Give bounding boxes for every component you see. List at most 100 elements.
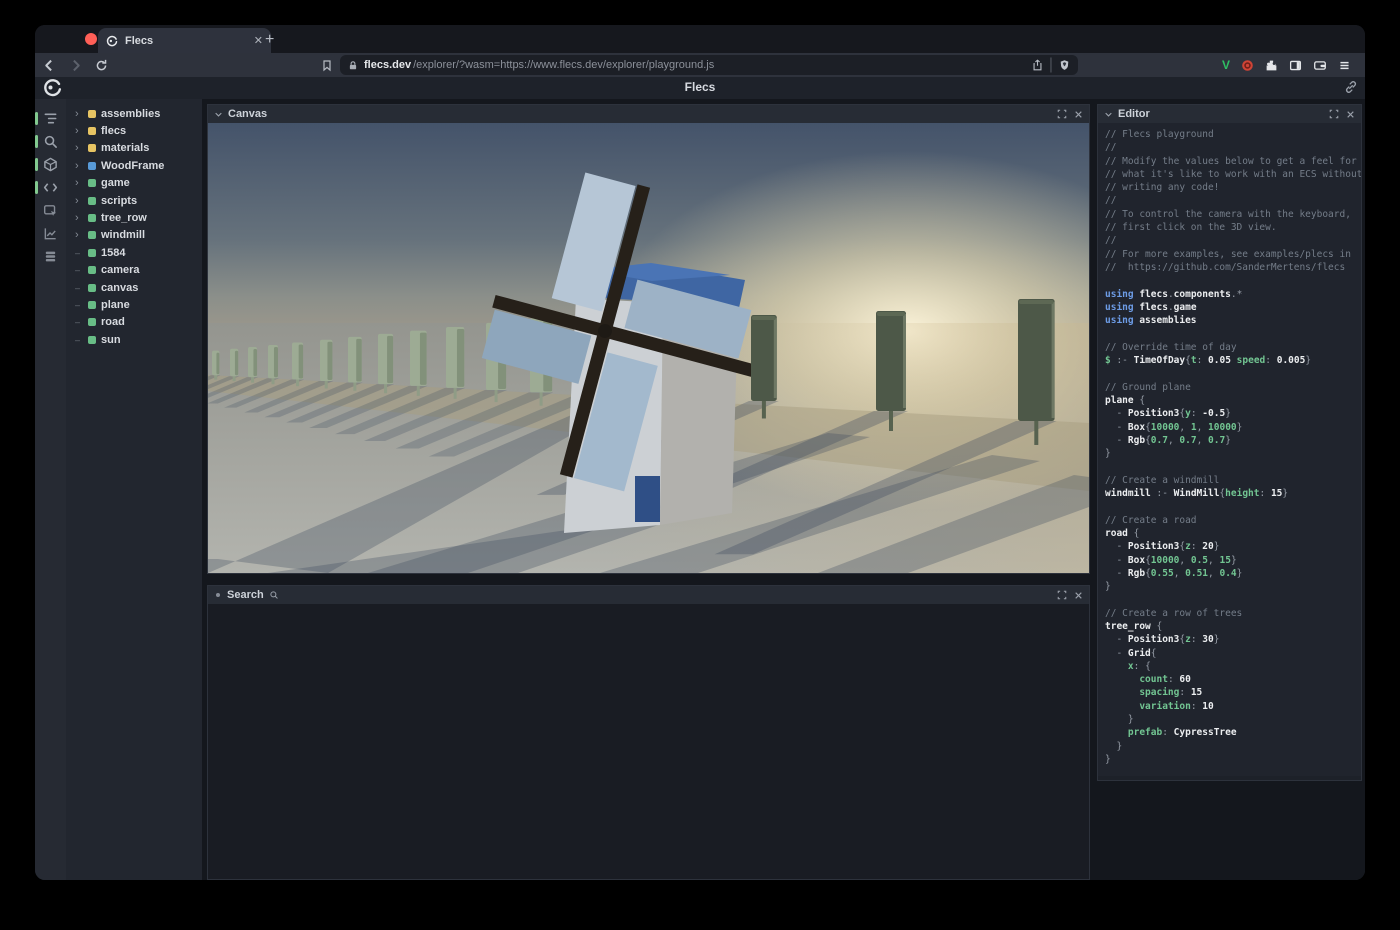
- back-button[interactable]: [43, 59, 63, 72]
- tree-item-label: sun: [101, 334, 121, 346]
- tree-item-label: scripts: [101, 195, 137, 207]
- browser-tabbar: Flecs ✕ +: [35, 25, 1365, 53]
- tree-row[interactable]: –road: [66, 314, 202, 331]
- active-indicator: [35, 158, 38, 171]
- tree-row[interactable]: › WoodFrame: [66, 157, 202, 174]
- active-indicator: [35, 112, 38, 125]
- entity-color-square: [88, 318, 96, 326]
- close-icon[interactable]: [1346, 110, 1355, 119]
- entity-color-square: [88, 144, 96, 152]
- chevron-down-icon: [214, 110, 223, 119]
- tab-title: Flecs: [125, 35, 247, 47]
- traffic-close-button[interactable]: [85, 33, 97, 45]
- tab-close-icon[interactable]: ✕: [254, 34, 263, 47]
- screen: Flecs ✕ + flecs.dev /explorer/?wasm=http…: [0, 0, 1400, 930]
- outliner-icon: [43, 111, 58, 126]
- expand-icon[interactable]: [1329, 109, 1339, 119]
- rail-canvas3d-button[interactable]: [35, 153, 66, 176]
- menu-hamburger-icon[interactable]: [1338, 59, 1351, 72]
- entity-color-square: [88, 197, 96, 205]
- bookmark-icon[interactable]: [321, 59, 341, 72]
- tree-item-label: canvas: [101, 282, 138, 294]
- tree-item-label: materials: [101, 142, 149, 154]
- browser-tab[interactable]: Flecs ✕: [98, 28, 271, 53]
- tree-row[interactable]: › scripts: [66, 192, 202, 209]
- lock-icon: [348, 60, 358, 71]
- leaf-dash-icon: –: [75, 283, 83, 293]
- editor-code[interactable]: // Flecs playground//// Modify the value…: [1098, 123, 1361, 776]
- rail-outliner-button[interactable]: [35, 107, 66, 130]
- chart-icon: [43, 226, 58, 241]
- chevron-right-icon[interactable]: ›: [75, 109, 83, 119]
- browser-toolbar: flecs.dev /explorer/?wasm=https://www.fl…: [35, 53, 1365, 77]
- app-header: Flecs: [35, 77, 1365, 99]
- chevron-right-icon[interactable]: ›: [75, 230, 83, 240]
- search-results-area[interactable]: [208, 604, 1089, 879]
- chevron-right-icon[interactable]: ›: [75, 196, 83, 206]
- tree-item-label: camera: [101, 264, 140, 276]
- extensions-puzzle-icon[interactable]: [1265, 59, 1278, 72]
- tree-item-label: 1584: [101, 247, 125, 259]
- rail-inspector-button[interactable]: [35, 199, 66, 222]
- share-icon[interactable]: [1032, 59, 1043, 71]
- tree-row[interactable]: –plane: [66, 296, 202, 313]
- close-icon[interactable]: [1074, 110, 1083, 119]
- forward-button[interactable]: [69, 59, 89, 72]
- canvas-panel-header[interactable]: Canvas: [208, 105, 1089, 123]
- search-panel-header[interactable]: Search: [208, 586, 1089, 604]
- leaf-dash-icon: –: [75, 335, 83, 345]
- close-icon[interactable]: [1074, 591, 1083, 600]
- tree-item-label: plane: [101, 299, 130, 311]
- collapsed-dot-icon: [216, 593, 220, 597]
- editor-panel-header[interactable]: Editor: [1098, 105, 1361, 123]
- tree-row[interactable]: ›game: [66, 175, 202, 192]
- tree-row[interactable]: ›windmill: [66, 227, 202, 244]
- tree-row[interactable]: ›flecs: [66, 122, 202, 139]
- expand-icon[interactable]: [1057, 109, 1067, 119]
- active-indicator: [35, 181, 38, 194]
- leaf-dash-icon: –: [75, 317, 83, 327]
- entity-color-square: [88, 249, 96, 257]
- chevron-right-icon[interactable]: ›: [75, 143, 83, 153]
- red-extension-icon[interactable]: [1241, 59, 1254, 72]
- flecs-explorer-app: Flecs: [35, 77, 1365, 880]
- sidebar-icon-rail: [35, 99, 66, 880]
- tree-row[interactable]: › tree_row: [66, 209, 202, 226]
- reload-button[interactable]: [95, 59, 115, 72]
- tree-row[interactable]: › materials: [66, 140, 202, 157]
- rows-icon: [43, 249, 58, 264]
- rail-tables-button[interactable]: [35, 245, 66, 268]
- url-bar[interactable]: flecs.dev /explorer/?wasm=https://www.fl…: [340, 55, 1078, 75]
- tree-item-label: WoodFrame: [101, 160, 164, 172]
- tree-row[interactable]: –1584: [66, 244, 202, 261]
- editor-panel: Editor // Flecs playground//// Modify th…: [1097, 104, 1362, 781]
- tree-item-label: tree_row: [101, 212, 147, 224]
- code-icon: [43, 180, 58, 195]
- canvas-panel: Canvas: [207, 104, 1090, 574]
- brave-shield-icon[interactable]: [1059, 59, 1070, 71]
- chevron-right-icon[interactable]: ›: [75, 178, 83, 188]
- share-link-icon[interactable]: [1344, 80, 1358, 94]
- 3d-scene-canvas[interactable]: [208, 123, 1089, 573]
- wallet-icon[interactable]: [1313, 59, 1327, 72]
- entity-color-square: [88, 266, 96, 274]
- chevron-right-icon[interactable]: ›: [75, 161, 83, 171]
- vue-devtools-extension-icon[interactable]: V: [1222, 58, 1230, 72]
- browser-window: Flecs ✕ + flecs.dev /explorer/?wasm=http…: [35, 25, 1365, 880]
- cube-icon: [43, 157, 58, 172]
- chevron-right-icon[interactable]: ›: [75, 126, 83, 136]
- sidebar-toggle-icon[interactable]: [1289, 59, 1302, 72]
- entity-color-square: [88, 284, 96, 292]
- rail-query-button[interactable]: [35, 130, 66, 153]
- entity-color-square: [88, 110, 96, 118]
- tree-row[interactable]: – canvas: [66, 279, 202, 296]
- tree-row[interactable]: › assemblies: [66, 105, 202, 122]
- tree-row[interactable]: –camera: [66, 262, 202, 279]
- expand-icon[interactable]: [1057, 590, 1067, 600]
- tree-row[interactable]: – sun: [66, 331, 202, 348]
- rail-editor-button[interactable]: [35, 176, 66, 199]
- chevron-right-icon[interactable]: ›: [75, 213, 83, 223]
- new-tab-button[interactable]: +: [265, 30, 274, 50]
- tree-item-label: assemblies: [101, 108, 160, 120]
- rail-stats-button[interactable]: [35, 222, 66, 245]
